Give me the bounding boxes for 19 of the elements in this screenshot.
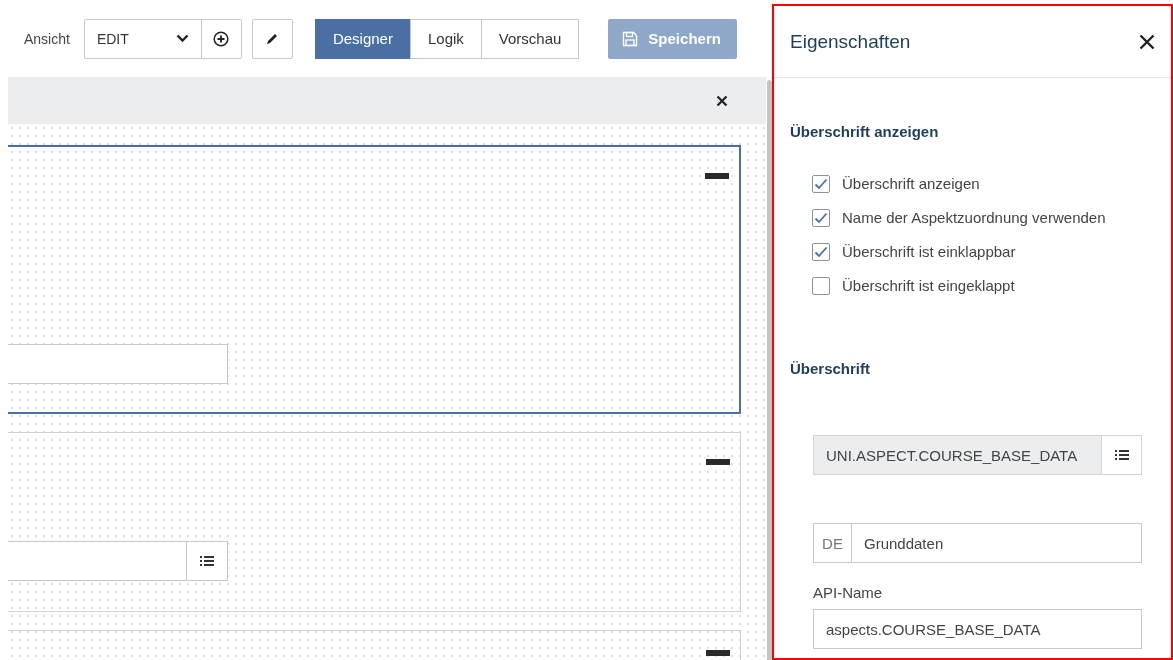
mode-tab[interactable]: Logik xyxy=(409,18,482,59)
translation-value: Grunddaten xyxy=(863,533,945,554)
section-heading: Überschrift anzeigen xyxy=(790,123,940,140)
api-name-field[interactable]: aspects.COURSE_BASE_DATA xyxy=(813,609,1142,649)
panel-title: Eigenschaften xyxy=(790,30,911,53)
checkbox-label: Überschrift ist einklappbar xyxy=(842,243,1016,260)
view-label: Ansicht xyxy=(24,30,70,47)
key-field[interactable]: UNI.ASPECT.COURSE_BASE_DATA xyxy=(813,435,1142,475)
section-heading: Überschrift xyxy=(790,360,872,377)
mode-tab[interactable]: Vorschau xyxy=(480,18,580,59)
mode-tab[interactable]: Designer xyxy=(314,18,411,59)
key-value: UNI.ASPECT.COURSE_BASE_DATA xyxy=(814,436,1102,474)
language-code: DE xyxy=(814,524,852,562)
checkbox-label: Überschrift anzeigen xyxy=(842,175,980,192)
view-select[interactable]: EDIT xyxy=(83,18,202,59)
checkbox-label: Name der Aspektzuordnung verwenden xyxy=(842,209,1106,226)
field-label: API-Name xyxy=(813,584,884,601)
checkbox-label: Überschrift ist eingeklappt xyxy=(842,277,1015,294)
translation-field[interactable]: DE Grunddaten xyxy=(813,523,1142,563)
